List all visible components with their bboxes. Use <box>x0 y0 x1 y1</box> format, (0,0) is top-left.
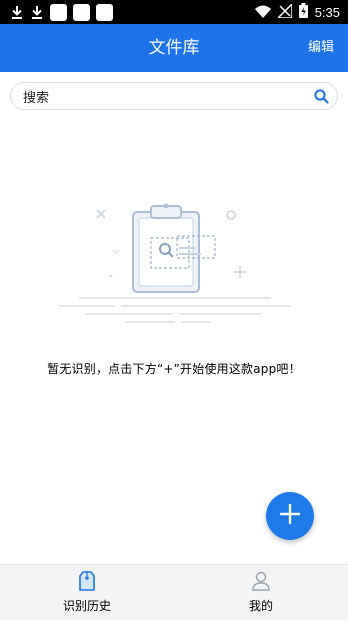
add-button[interactable] <box>266 492 314 540</box>
tab-history[interactable]: 识别历史 <box>0 565 174 620</box>
app-bar: 文件库 编辑 <box>0 24 348 72</box>
app-icon <box>73 3 90 21</box>
signal-icon <box>275 1 293 22</box>
search-input[interactable]: 搜索 <box>23 87 313 106</box>
status-bar: 5:35 <box>0 0 348 24</box>
tab-label: 识别历史 <box>62 599 111 613</box>
battery-icon <box>298 2 308 22</box>
status-right-icons: 5:35 <box>254 1 340 22</box>
tab-label: 我的 <box>248 599 273 613</box>
empty-state-message: 暂无识别，点击下方“+”开始使用这款app吧！ <box>47 362 301 376</box>
download-icon <box>30 4 44 20</box>
tab-mine[interactable]: 我的 <box>174 565 348 620</box>
search-icon[interactable] <box>313 88 329 104</box>
bottom-nav: 识别历史 我的 <box>0 564 348 620</box>
status-time: 5:35 <box>314 4 340 20</box>
status-left-icons <box>10 3 113 21</box>
wifi-icon <box>254 3 271 22</box>
app-icon <box>96 3 113 21</box>
app-icon <box>50 3 67 21</box>
plus-icon <box>279 503 301 529</box>
download-icon <box>10 4 24 20</box>
user-icon <box>250 569 272 593</box>
tag-icon <box>76 569 98 593</box>
edit-button[interactable]: 编辑 <box>308 24 334 72</box>
page-title: 文件库 <box>148 38 200 58</box>
empty-clipboard-illustration <box>55 198 295 330</box>
search-bar[interactable]: 搜索 <box>10 82 338 110</box>
